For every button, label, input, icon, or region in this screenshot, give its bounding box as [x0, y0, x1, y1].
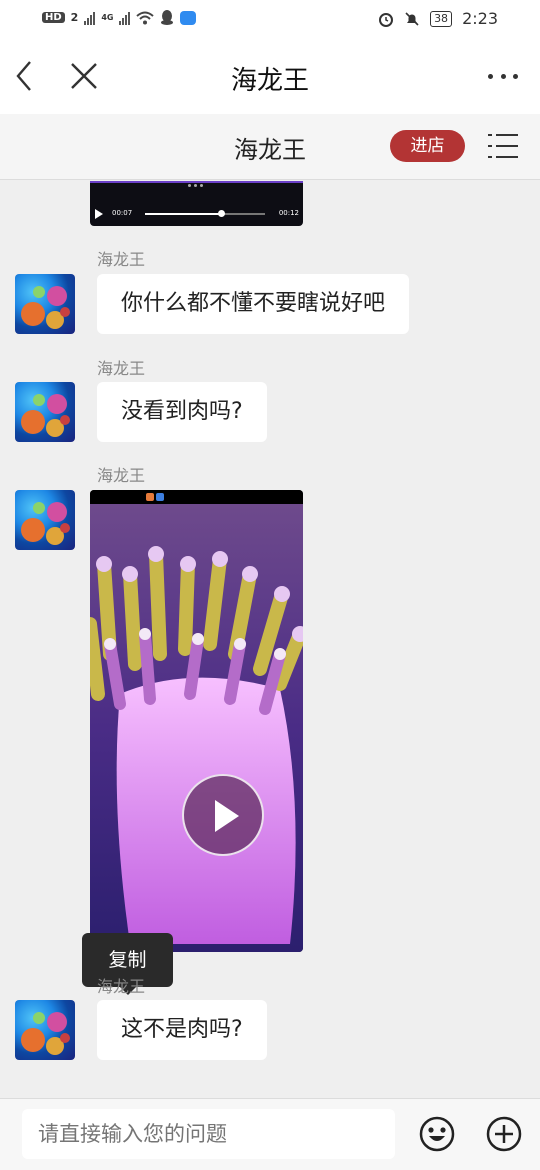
avatar[interactable]	[15, 490, 75, 550]
video-total-time: 00:12	[278, 209, 299, 217]
message-bubble[interactable]: 没看到肉吗?	[97, 382, 267, 442]
play-button-icon[interactable]	[182, 774, 264, 856]
video-current-time: 00:07	[112, 209, 133, 217]
message-sender: 海龙王	[97, 359, 146, 378]
network-type: 4G	[101, 13, 114, 22]
shop-header: 海龙王 进店	[0, 114, 540, 180]
video-thumbnail-edge	[90, 181, 303, 183]
video-progress-knob[interactable]	[218, 210, 226, 217]
signal-icon-2	[119, 11, 131, 25]
chat-area[interactable]: 00:07 00:12 海龙王 你什么都不懂不要瞎说好吧 海龙王 没看到肉吗? …	[0, 181, 540, 1098]
clock: 2:23	[462, 9, 498, 28]
chevron-left-icon[interactable]	[12, 56, 40, 96]
avatar[interactable]	[15, 382, 75, 442]
mute-bell-icon	[405, 11, 419, 26]
hd-indicator: HD	[42, 12, 65, 23]
video-thumbnail	[90, 504, 303, 952]
video-progress-fill	[145, 213, 222, 215]
message-bubble[interactable]: 这不是肉吗?	[97, 1000, 267, 1060]
message-sender: 海龙王	[97, 977, 146, 996]
plus-circle-icon[interactable]	[486, 1116, 522, 1152]
top-nav-bar: 海龙王	[0, 40, 540, 114]
list-menu-icon[interactable]	[488, 132, 518, 160]
cloud-icon	[180, 10, 197, 25]
video-message[interactable]	[90, 490, 303, 952]
wifi-icon	[136, 11, 155, 24]
emoji-icon[interactable]	[419, 1116, 455, 1152]
avatar[interactable]	[15, 1000, 75, 1060]
status-right: 38 2:23	[378, 9, 498, 28]
message-input[interactable]	[22, 1109, 395, 1159]
message-sender: 海龙王	[97, 466, 146, 485]
message-sender: 海龙王	[97, 250, 146, 269]
qq-icon	[161, 10, 174, 25]
status-left: HD 2 4G	[42, 10, 197, 25]
battery-indicator: 38	[430, 10, 453, 27]
close-icon[interactable]	[68, 60, 100, 92]
page-dots	[188, 184, 203, 187]
message-bubble[interactable]: 你什么都不懂不要瞎说好吧	[97, 274, 410, 334]
video-status-strip	[90, 490, 303, 504]
video-message-partial[interactable]: 00:07 00:12	[90, 181, 303, 226]
sim-indicator: 2	[70, 11, 79, 24]
enter-shop-button[interactable]: 进店	[390, 130, 465, 162]
signal-icon-1	[84, 11, 96, 25]
play-icon[interactable]	[95, 209, 103, 219]
avatar[interactable]	[15, 274, 75, 334]
alarm-icon	[379, 12, 394, 27]
status-bar: HD 2 4G 38 2:23	[0, 0, 540, 40]
input-bar	[0, 1098, 540, 1170]
more-dots-icon[interactable]	[488, 68, 518, 84]
